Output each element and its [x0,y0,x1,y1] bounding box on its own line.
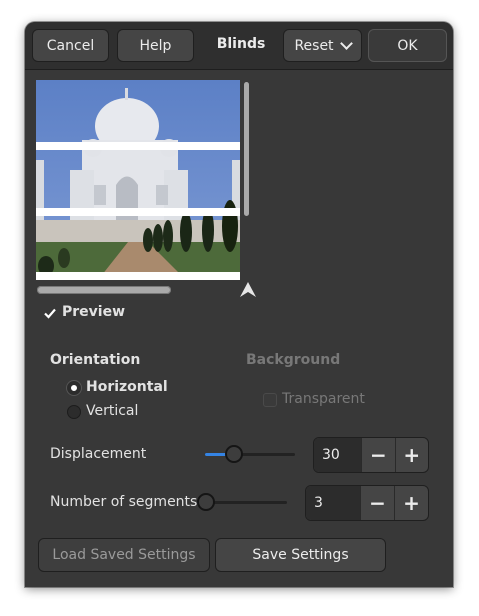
displacement-label: Displacement [50,446,147,462]
load-saved-settings-label: Load Saved Settings [52,547,196,563]
cancel-button[interactable]: Cancel [32,29,109,62]
help-label: Help [139,37,172,54]
minus-icon: − [370,443,387,467]
blinds-dialog: Cancel Help Blinds Reset OK Preview Orie… [25,22,453,587]
segments-slider-knob[interactable] [197,493,215,511]
displacement-decrease-button[interactable]: − [361,438,394,472]
plus-icon: + [403,443,421,467]
ok-button[interactable]: OK [368,29,447,62]
segments-increase-button[interactable]: + [394,486,428,520]
displacement-increase-button[interactable]: + [394,438,428,472]
preview-vertical-scrollbar[interactable] [244,82,249,216]
displacement-slider-knob[interactable] [225,445,243,463]
reset-label: Reset [294,37,334,54]
navigate-arrow-icon[interactable] [238,281,258,299]
ok-label: OK [397,37,418,54]
plus-icon: + [403,491,420,515]
horizontal-label: Horizontal [86,379,168,395]
check-icon [44,308,56,319]
vertical-label: Vertical [86,403,139,419]
segments-label: Number of segments [50,494,198,510]
help-button[interactable]: Help [117,29,194,62]
segments-decrease-button[interactable]: − [360,486,394,520]
segments-input[interactable]: 3 [306,486,360,520]
save-settings-label: Save Settings [252,547,349,563]
transparent-label: Transparent [282,391,365,407]
chevron-down-icon [339,37,353,50]
reset-button[interactable]: Reset [283,29,362,62]
orientation-heading: Orientation [50,352,141,368]
segments-spinbutton[interactable]: 3 − + [305,485,429,521]
displacement-spinbutton[interactable]: 30 − + [313,437,429,473]
preview-checkbox[interactable] [43,306,57,320]
load-saved-settings-button[interactable]: Load Saved Settings [38,538,210,572]
preview-horizontal-scrollbar[interactable] [37,286,171,294]
horizontal-radio[interactable] [67,381,81,395]
preview-label: Preview [62,304,126,320]
transparent-checkbox[interactable] [263,393,277,407]
minus-icon: − [369,491,386,515]
displacement-input[interactable]: 30 [314,438,362,472]
header-bar: Cancel Help Blinds Reset OK [25,22,453,70]
preview-image[interactable] [36,80,240,280]
dialog-title: Blinds [216,36,266,52]
taj-mahal-image [36,80,240,280]
save-settings-button[interactable]: Save Settings [215,538,386,572]
cancel-label: Cancel [46,37,95,54]
vertical-radio[interactable] [67,405,81,419]
background-heading: Background [246,352,341,368]
